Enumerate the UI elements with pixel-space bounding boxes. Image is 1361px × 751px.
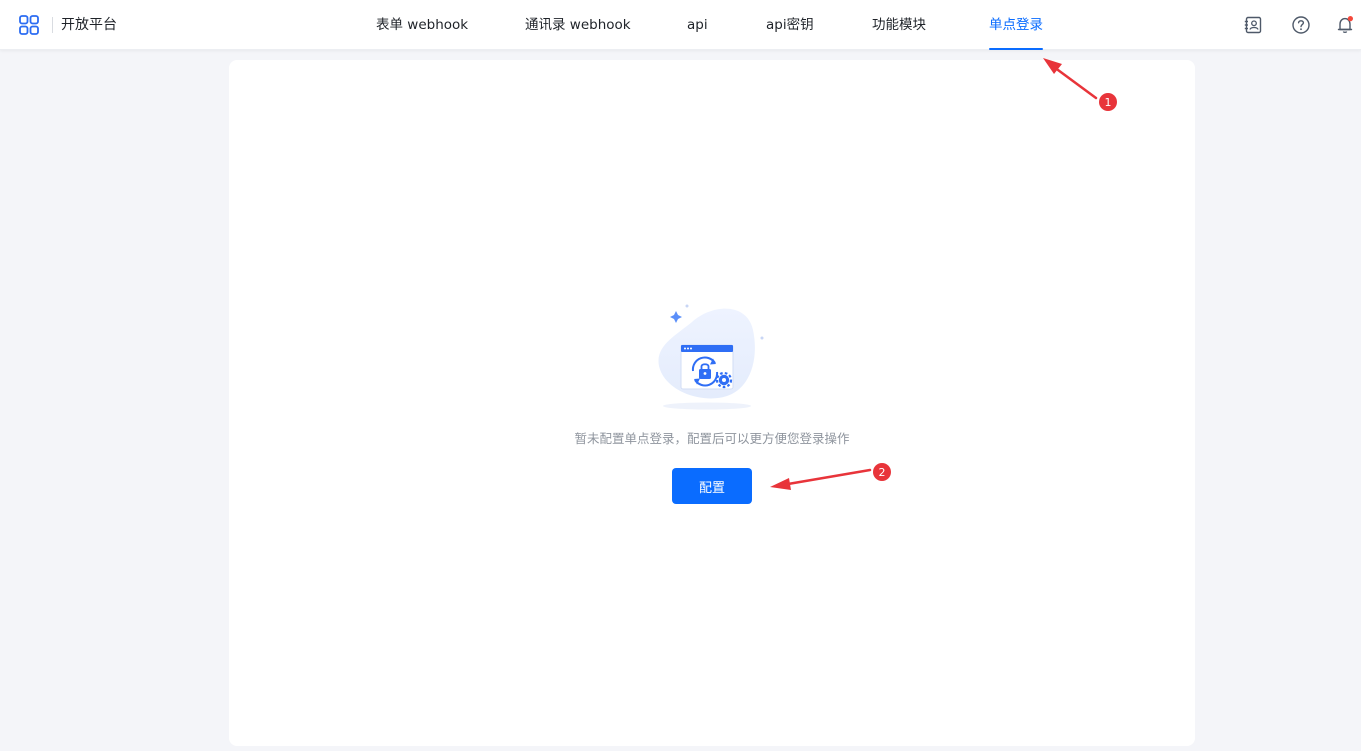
contacts-icon[interactable] — [1243, 15, 1263, 35]
help-icon[interactable] — [1291, 15, 1311, 35]
sso-lock-window-icon — [658, 304, 764, 410]
tab-api-key[interactable]: api密钥 — [766, 0, 814, 50]
configure-button[interactable]: 配置 — [672, 468, 752, 504]
tab-api[interactable]: api — [687, 0, 708, 50]
tab-contacts-webhook[interactable]: 通讯录 webhook — [525, 0, 631, 50]
content-card: 暂未配置单点登录，配置后可以更方便您登录操作 配置 — [229, 60, 1195, 746]
tab-sso[interactable]: 单点登录 — [989, 0, 1043, 50]
empty-state-message: 暂未配置单点登录，配置后可以更方便您登录操作 — [574, 431, 850, 446]
tab-feature-modules[interactable]: 功能模块 — [872, 0, 926, 50]
bell-icon[interactable] — [1335, 15, 1355, 35]
tab-form-webhook[interactable]: 表单 webhook — [376, 0, 468, 50]
main-nav: 表单 webhook 通讯录 webhook api api密钥 功能模块 单点… — [0, 0, 1361, 50]
top-bar: 开放平台 表单 webhook 通讯录 webhook api api密钥 功能… — [0, 0, 1361, 50]
